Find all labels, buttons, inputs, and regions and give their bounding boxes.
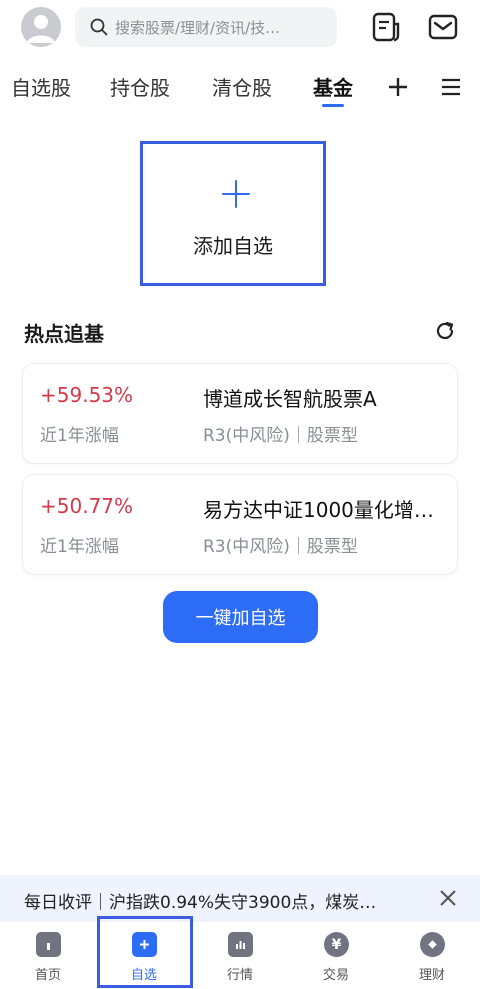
bottom-nav: 首页 自选 行情 ¥ 交易 理财 — [0, 922, 480, 989]
tab-bar: 自选股 持仓股 清仓股 基金 — [0, 68, 480, 108]
add-icon[interactable] — [387, 76, 409, 98]
nav-item-wealth[interactable]: 理财 — [384, 922, 480, 989]
fund-risk-type: R3(中风险)｜股票型 — [203, 426, 358, 446]
fund-name: 博道成长智航股票A — [203, 387, 377, 411]
ticker-text: 每日收评｜沪指跌0.94%失守3900点，煤炭… — [24, 893, 377, 913]
tab-holding-stocks[interactable]: 持仓股 — [110, 72, 170, 101]
nav-label: 交易 — [322, 968, 349, 983]
home-icon — [36, 932, 61, 957]
tab-funds[interactable]: 基金 — [313, 72, 353, 101]
fund-risk-type: R3(中风险)｜股票型 — [203, 537, 358, 557]
nav-label: 首页 — [34, 968, 61, 983]
one-key-add-button[interactable]: 一键加自选 — [163, 591, 318, 643]
nav-item-market[interactable]: 行情 — [192, 922, 288, 989]
section-title-hot-funds: 热点追基 — [24, 322, 104, 346]
mail-icon[interactable] — [427, 11, 459, 43]
menu-icon[interactable] — [440, 76, 462, 98]
yen-icon: ¥ — [324, 932, 349, 957]
active-tab-indicator — [322, 104, 344, 107]
diamond-icon — [420, 932, 445, 957]
fund-card[interactable]: +50.77% 近1年涨幅 易方达中证1000量化增… R3(中风险)｜股票型 — [22, 474, 458, 575]
add-watchlist-label: 添加自选 — [193, 234, 273, 258]
refresh-icon[interactable] — [434, 320, 456, 342]
tab-watchlist-stocks[interactable]: 自选股 — [11, 72, 71, 101]
avatar[interactable] — [21, 7, 61, 47]
nav-item-home[interactable]: 首页 — [0, 922, 96, 989]
nav-item-trade[interactable]: ¥ 交易 — [288, 922, 384, 989]
fund-return-rate: +59.53% — [40, 383, 134, 407]
fund-return-label: 近1年涨幅 — [40, 537, 119, 557]
fund-name: 易方达中证1000量化增… — [203, 498, 434, 522]
chart-icon — [228, 932, 253, 957]
news-ticker[interactable]: 每日收评｜沪指跌0.94%失守3900点，煤炭… — [0, 875, 480, 922]
search-input[interactable]: 搜索股票/理财/资讯/技… — [75, 7, 337, 47]
nav-label: 理财 — [418, 968, 445, 983]
add-watchlist-button[interactable]: 添加自选 — [140, 141, 326, 286]
search-icon — [89, 17, 109, 37]
plus-icon — [222, 180, 250, 208]
nav-label: 行情 — [226, 968, 253, 983]
document-icon[interactable] — [370, 11, 402, 43]
close-icon[interactable] — [437, 887, 459, 909]
fund-return-rate: +50.77% — [40, 494, 134, 518]
fund-return-label: 近1年涨幅 — [40, 426, 119, 446]
search-placeholder: 搜索股票/理财/资讯/技… — [115, 18, 281, 37]
tab-cleared-stocks[interactable]: 清仓股 — [212, 72, 272, 101]
nav-highlight-frame — [97, 916, 193, 988]
avatar-icon — [27, 15, 55, 43]
fund-card[interactable]: +59.53% 近1年涨幅 博道成长智航股票A R3(中风险)｜股票型 — [22, 363, 458, 464]
